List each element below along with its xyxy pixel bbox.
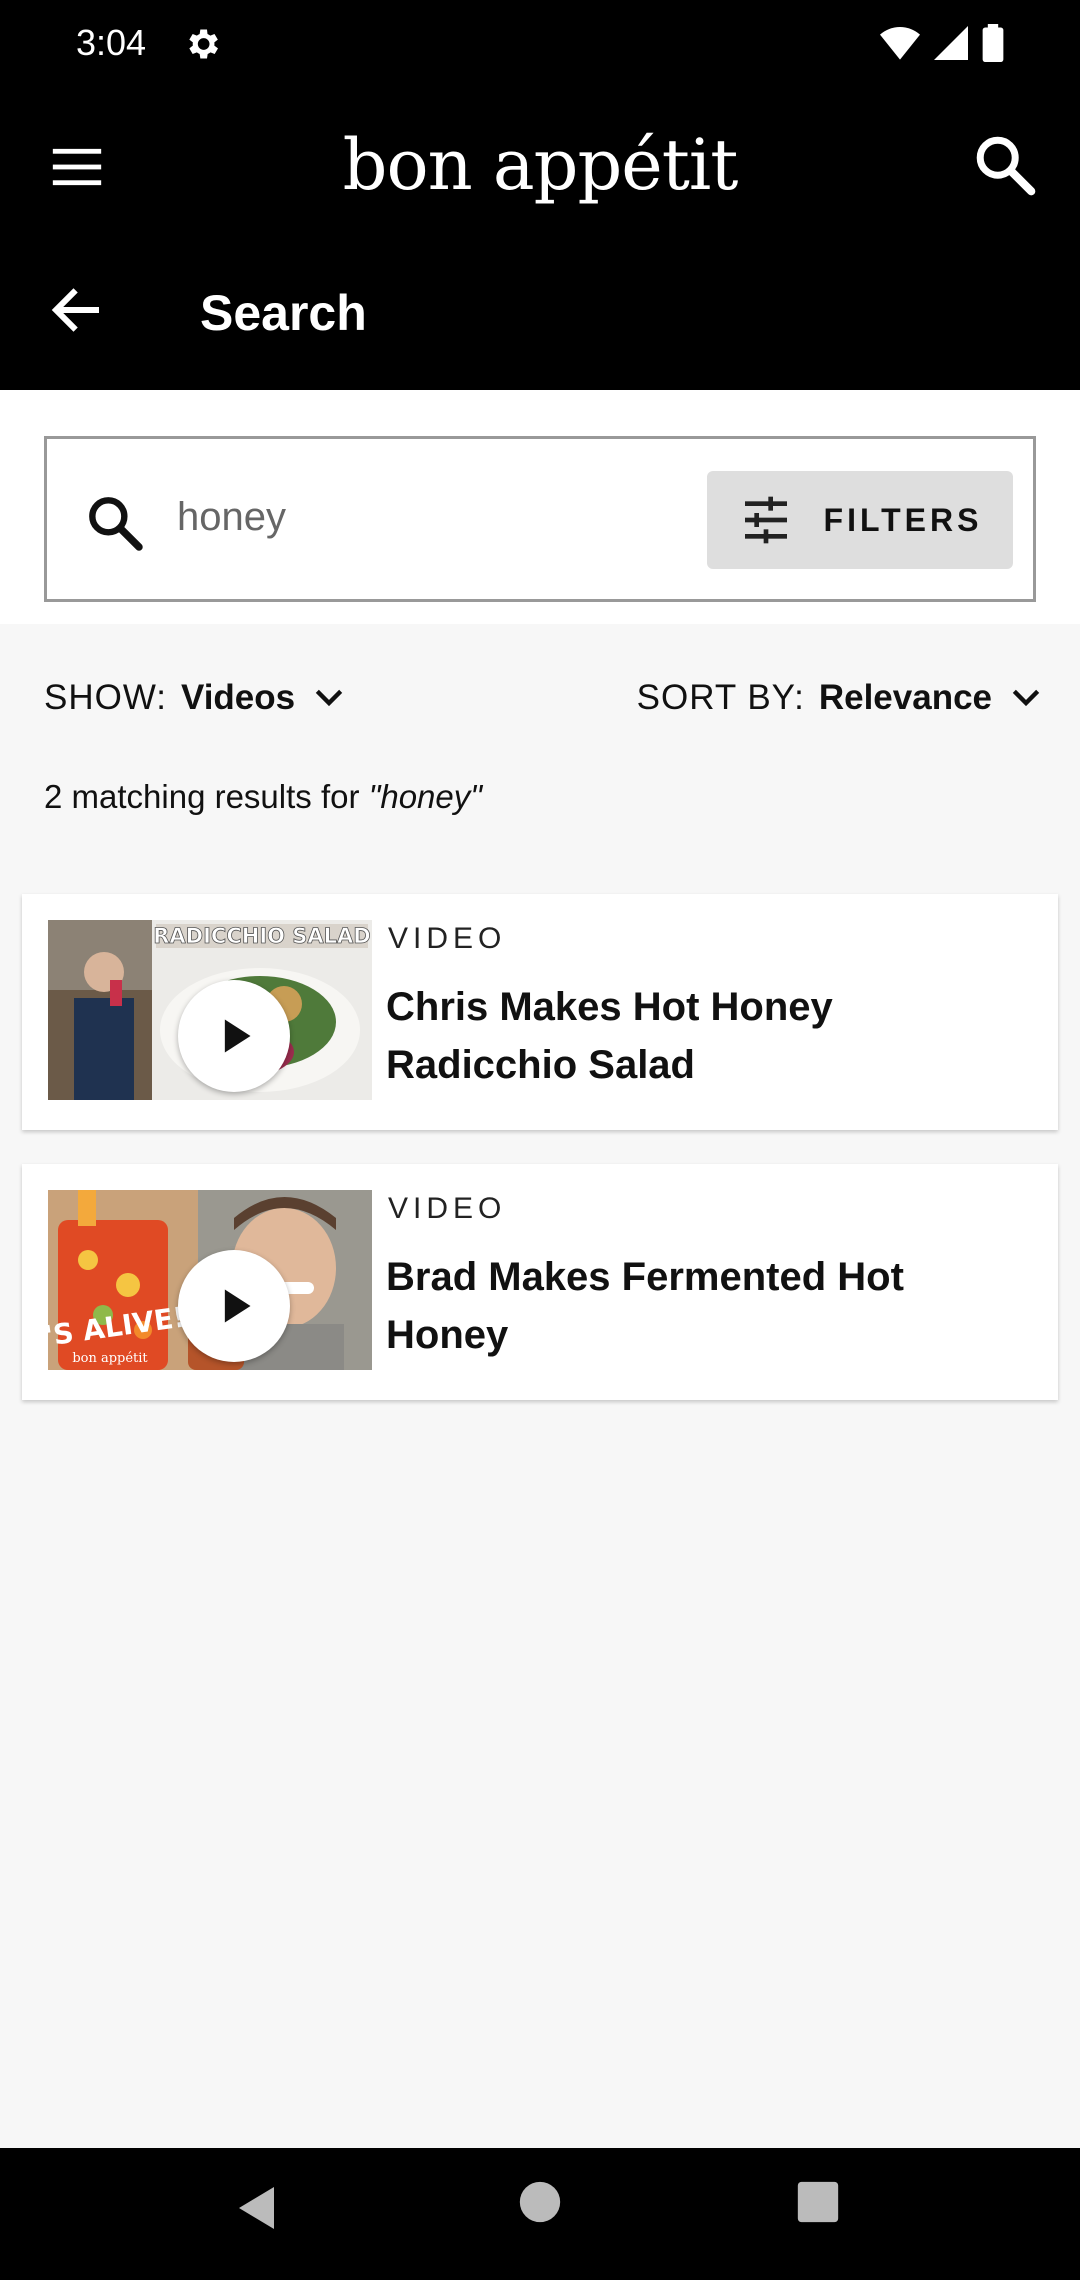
settings-gear-icon <box>189 29 218 59</box>
thumbnail-brand: bon appétit <box>72 1351 148 1366</box>
system-nav-bar <box>0 2148 1080 2280</box>
chevron-down-icon <box>1012 689 1040 707</box>
search-input[interactable]: honey <box>177 495 286 540</box>
cellular-signal-icon <box>934 26 968 60</box>
results-summary-prefix: 2 matching results for <box>44 778 369 815</box>
result-card[interactable]: RADICCHIO SALAD VIDEO Chris Makes Hot Ho… <box>22 894 1058 1130</box>
play-button[interactable] <box>178 1250 290 1362</box>
result-kind: VIDEO <box>388 1192 507 1225</box>
play-icon <box>224 1019 251 1053</box>
status-icons <box>880 24 1004 62</box>
video-thumbnail[interactable]: RADICCHIO SALAD <box>48 920 372 1100</box>
filter-sort-row: SHOW: Videos SORT BY: Relevance <box>0 670 1080 740</box>
app-bar: bon appétit Search <box>0 88 1080 390</box>
search-field[interactable]: honey FILTERS <box>44 436 1036 602</box>
show-label: SHOW: <box>44 678 167 717</box>
sort-label: SORT BY: <box>636 678 805 717</box>
result-card[interactable]: IT'S ALIVE! bon appétit VIDEO Brad Makes… <box>22 1164 1058 1400</box>
result-title[interactable]: Brad Makes Fermented Hot Honey <box>386 1248 1026 1364</box>
result-title[interactable]: Chris Makes Hot Honey Radicchio Salad <box>386 978 1026 1094</box>
battery-icon <box>982 24 1004 62</box>
status-bar: 3:04 <box>0 0 1080 88</box>
show-dropdown[interactable]: SHOW: Videos <box>44 678 349 718</box>
video-thumbnail[interactable]: IT'S ALIVE! bon appétit <box>48 1190 372 1370</box>
chevron-down-icon <box>315 689 343 707</box>
play-icon <box>224 1289 251 1323</box>
back-arrow-icon[interactable] <box>46 280 106 340</box>
nav-recents-icon[interactable] <box>796 2180 840 2224</box>
tune-sliders-icon <box>744 496 787 544</box>
results-summary-query: "honey" <box>368 778 482 815</box>
play-button[interactable] <box>178 980 290 1092</box>
sort-value: Relevance <box>818 678 992 717</box>
filters-button[interactable]: FILTERS <box>707 471 1013 569</box>
sort-dropdown[interactable]: SORT BY: Relevance <box>637 678 1046 718</box>
page-title: Search <box>200 285 367 341</box>
search-panel: honey FILTERS <box>0 390 1080 624</box>
result-kind: VIDEO <box>388 922 507 955</box>
nav-back-icon[interactable] <box>232 2180 288 2236</box>
status-time: 3:04 <box>76 22 147 63</box>
thumbnail-caption: RADICCHIO SALAD <box>153 924 371 948</box>
wifi-icon <box>880 27 920 60</box>
results-summary: 2 matching results for "honey" <box>44 778 482 816</box>
brand-logo[interactable]: bon appétit <box>0 124 1080 206</box>
nav-home-icon[interactable] <box>518 2180 562 2224</box>
search-icon <box>89 497 143 551</box>
show-value: Videos <box>180 678 296 717</box>
filters-label: FILTERS <box>823 501 983 538</box>
search-icon[interactable] <box>970 130 1040 200</box>
